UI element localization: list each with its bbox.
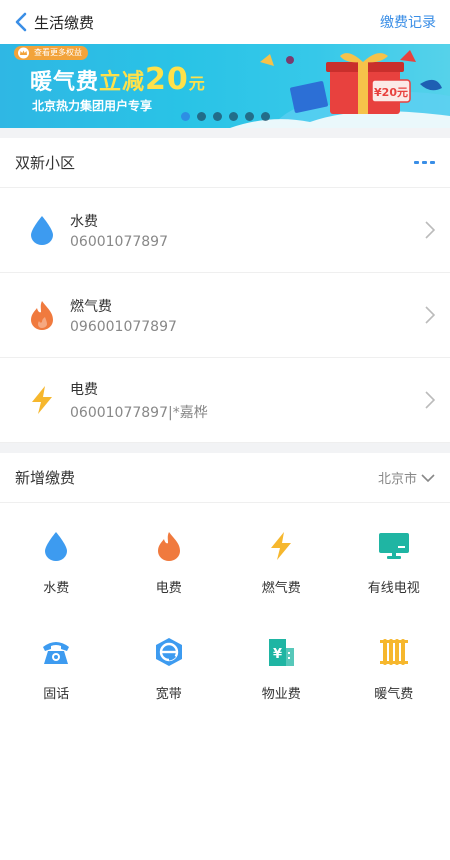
payment-type-heating[interactable]: 暖气费 — [338, 629, 450, 735]
tv-icon — [377, 529, 411, 563]
banner-subtitle: 北京热力集团用户专享 — [32, 99, 153, 113]
pagination-dot[interactable] — [229, 112, 238, 121]
banner-title-unit: 元 — [188, 74, 206, 93]
pagination-dot[interactable] — [261, 112, 270, 121]
ticket-label: ¥20元 — [374, 86, 408, 99]
crown-icon — [18, 47, 29, 59]
bill-name: 电费 — [70, 381, 98, 398]
chevron-right-icon — [425, 391, 435, 409]
payment-type-electric[interactable]: 电费 — [113, 523, 226, 629]
banner-pagination — [181, 112, 270, 121]
bill-row-water[interactable]: 水费 06001077897 — [0, 188, 450, 273]
divider — [0, 443, 450, 453]
bill-name: 燃气费 — [70, 298, 112, 315]
water-drop-icon — [28, 215, 56, 245]
building-icon: ¥ — [264, 635, 298, 669]
broadband-icon — [152, 635, 186, 669]
bill-account: 06001077897|*嘉桦 — [70, 404, 208, 421]
divider — [0, 128, 450, 138]
page-title: 生活缴费 — [34, 13, 95, 32]
payment-record-link[interactable]: 缴费记录 — [380, 12, 436, 32]
payment-type-label: 宽带 — [155, 687, 182, 702]
chevron-right-icon — [425, 221, 435, 239]
payment-type-landline[interactable]: 固话 — [0, 629, 113, 735]
banner-tag: 查看更多权益 — [14, 46, 88, 60]
bill-name: 水费 — [70, 213, 98, 230]
lightning-icon — [264, 529, 298, 563]
bill-account: 06001077897 — [70, 233, 168, 250]
payment-type-label: 暖气费 — [374, 687, 414, 702]
new-payment-header: 新增缴费 北京市 — [0, 453, 450, 503]
back-button[interactable]: 生活缴费 — [14, 12, 94, 33]
payment-type-label: 有线电视 — [367, 581, 420, 596]
bill-row-gas[interactable]: 燃气费 096001077897 — [0, 273, 450, 358]
bill-account: 096001077897 — [70, 318, 177, 335]
payment-type-label: 固话 — [43, 687, 70, 702]
telephone-icon — [39, 635, 73, 669]
banner-title-highlight: 立减 — [99, 70, 146, 95]
flame-icon — [28, 300, 56, 330]
radiator-icon — [377, 635, 411, 669]
top-bar: 生活缴费 缴费记录 — [0, 0, 450, 44]
community-name: 双新小区 — [15, 154, 76, 172]
payment-type-label: 燃气费 — [261, 581, 301, 596]
banner-title-number: 20 — [145, 62, 189, 97]
svg-text:¥: ¥ — [273, 647, 282, 662]
payment-type-label: 物业费 — [261, 687, 301, 702]
payment-type-gas[interactable]: 燃气费 — [225, 523, 338, 629]
payment-type-water[interactable]: 水费 — [0, 523, 113, 629]
new-payment-title: 新增缴费 — [15, 469, 76, 487]
payment-type-cable-tv[interactable]: 有线电视 — [338, 523, 450, 629]
city-label: 北京市 — [377, 472, 417, 487]
pagination-dot[interactable] — [213, 112, 222, 121]
banner-title-part: 暖气费 — [30, 70, 100, 95]
pagination-dot[interactable] — [181, 112, 190, 121]
community-header: 双新小区 — [0, 138, 450, 188]
payment-type-broadband[interactable]: 宽带 — [113, 629, 226, 735]
banner-title: 暖气费立减20元 — [30, 62, 206, 97]
payment-type-label: 电费 — [155, 581, 182, 596]
bill-row-electricity[interactable]: 电费 06001077897|*嘉桦 — [0, 358, 450, 443]
more-icon[interactable] — [414, 161, 435, 164]
back-arrow-icon — [15, 12, 27, 32]
payment-type-property[interactable]: ¥ 物业费 — [225, 629, 338, 735]
chevron-right-icon — [425, 306, 435, 324]
flame-icon — [152, 529, 186, 563]
chevron-down-icon — [421, 473, 435, 482]
payment-type-label: 水费 — [43, 581, 70, 596]
banner-tag-text: 查看更多权益 — [34, 48, 82, 57]
payment-type-grid: 水费 电费 燃气费 有线电视 固话 宽带 ¥ 物业费 暖气费 — [0, 503, 450, 735]
city-selector[interactable]: 北京市 — [378, 468, 435, 487]
pagination-dot[interactable] — [245, 112, 254, 121]
water-drop-icon — [39, 529, 73, 563]
lightning-icon — [28, 385, 56, 415]
pagination-dot[interactable] — [197, 112, 206, 121]
